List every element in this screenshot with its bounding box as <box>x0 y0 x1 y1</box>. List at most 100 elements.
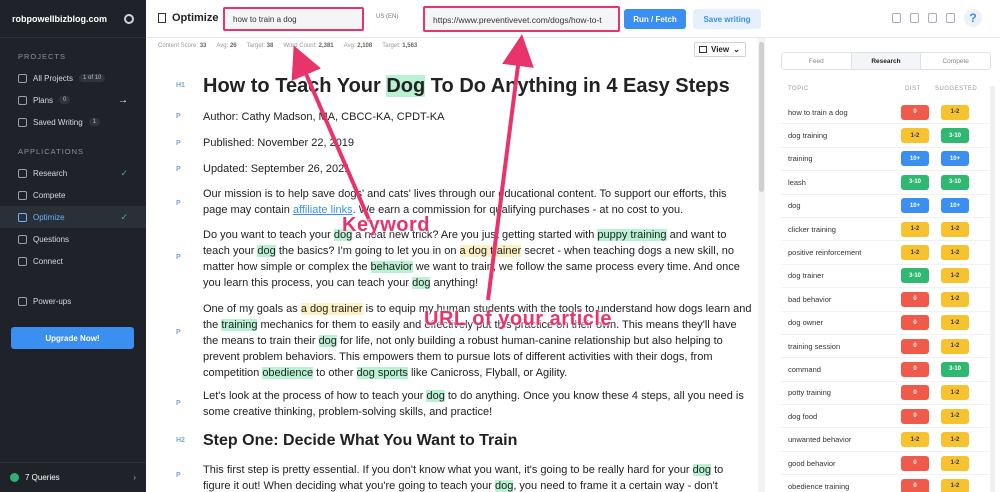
paragraph-2[interactable]: Do you want to teach your dog a neat new… <box>203 227 753 291</box>
article-h2[interactable]: Step One: Decide What You Want to Train <box>203 431 753 451</box>
article-h1[interactable]: How to Teach Your Dog To Do Anything in … <box>203 74 753 98</box>
col-suggested: SUGGESTED <box>935 86 978 92</box>
topic-row[interactable]: positive reinforcement 1-2 1-2 <box>781 241 991 265</box>
topic-row[interactable]: obedience training 0 1-2 <box>781 475 991 492</box>
topic-row[interactable]: potty training 0 1-2 <box>781 382 991 406</box>
paragraph-4[interactable]: Let's look at the process of how to teac… <box>203 388 753 420</box>
paragraph-1[interactable]: Our mission is to help save dogs' and ca… <box>203 186 753 218</box>
editor[interactable]: H1 How to Teach Your Dog To Do Anything … <box>146 58 758 492</box>
queries-footer[interactable]: 7 Queries › <box>0 462 146 492</box>
count-badge: 1 of 10 <box>79 74 106 82</box>
published-line[interactable]: Published: November 22, 2019 <box>203 135 753 151</box>
avg-score: Avg: 26 <box>216 43 237 49</box>
topic-row[interactable]: bad behavior 0 1-2 <box>781 288 991 312</box>
sidebar-item-saved-writing[interactable]: Saved Writing 1 <box>0 111 146 133</box>
sidebar-item-questions[interactable]: Questions <box>0 228 146 250</box>
gear-icon[interactable] <box>124 13 134 24</box>
suggested-badge: 3-10 <box>941 361 969 377</box>
sidebar-item-all-projects[interactable]: All Projects 1 of 10 <box>0 67 146 89</box>
site-name[interactable]: robpowellbizblog.com <box>12 14 107 24</box>
topic-label: dog owner <box>788 318 824 328</box>
scrollbar-thumb[interactable] <box>759 42 764 192</box>
suggested-badge: 1-2 <box>941 268 969 284</box>
topic-row[interactable]: clicker training 1-2 1-2 <box>781 218 991 242</box>
queries-label: 7 Queries <box>25 473 60 482</box>
paragraph-5[interactable]: This first step is pretty essential. If … <box>203 462 753 492</box>
grid-icon <box>18 73 27 83</box>
topic-row[interactable]: training session 0 1-2 <box>781 335 991 359</box>
sidebar-item-optimize[interactable]: Optimize ✓ <box>0 206 146 228</box>
keyword-input[interactable]: how to train a dog <box>223 7 364 31</box>
lock-icon[interactable] <box>892 13 901 23</box>
topic-row[interactable]: leash 3-10 3-10 <box>781 171 991 195</box>
sidebar-item-label: All Projects <box>33 73 74 83</box>
dist-badge: 0 <box>901 455 929 471</box>
suggested-badge: 3-10 <box>941 174 969 190</box>
sidebar-item-connect[interactable]: Connect <box>0 250 146 272</box>
dist-badge: 10+ <box>901 151 929 167</box>
save-writing-button[interactable]: Save writing <box>693 9 761 29</box>
topic-label: dog <box>788 201 801 211</box>
sidebar-item-label: Power-ups <box>33 296 72 306</box>
dist-badge: 3-10 <box>901 174 929 190</box>
tag-p: P <box>176 472 181 479</box>
hash-icon <box>18 95 27 105</box>
sidebar-item-label: Connect <box>33 256 63 266</box>
sidebar-item-plans[interactable]: Plans 0 → <box>0 89 146 111</box>
url-input[interactable]: https://www.preventivevet.com/dogs/how-t… <box>423 6 620 32</box>
view-dropdown[interactable]: View ⌄ <box>694 42 746 57</box>
topic-row[interactable]: how to train a dog 0 1-2 <box>781 101 991 125</box>
editor-scrollbar[interactable] <box>758 38 765 492</box>
chevron-down-icon: ⌄ <box>733 45 740 54</box>
export-icon[interactable] <box>910 13 919 23</box>
dist-badge: 1-2 <box>901 245 929 261</box>
help-icon[interactable]: ? <box>964 9 982 27</box>
check-icon: ✓ <box>120 167 128 178</box>
sidebar-item-compete[interactable]: Compete <box>0 184 146 206</box>
dist-badge: 0 <box>901 315 929 331</box>
sidebar-item-label: Research <box>33 168 68 178</box>
dist-badge: 0 <box>901 104 929 120</box>
run-fetch-button[interactable]: Run / Fetch <box>624 9 686 29</box>
tab-feed[interactable]: Feed <box>782 53 851 69</box>
dist-badge: 0 <box>901 338 929 354</box>
topic-row[interactable]: command 0 3-10 <box>781 358 991 382</box>
tab-compete[interactable]: Compete <box>921 53 990 69</box>
locale-select[interactable]: US (EN) <box>376 14 398 20</box>
sidebar-item-research[interactable]: Research ✓ <box>0 162 146 184</box>
topic-row[interactable]: dog food 0 1-2 <box>781 405 991 429</box>
topic-label: obedience training <box>788 481 850 491</box>
topic-row[interactable]: dog 10+ 10+ <box>781 195 991 218</box>
suggested-badge: 1-2 <box>941 104 969 120</box>
topic-row[interactable]: good behavior 0 1-2 <box>781 452 991 476</box>
keyword-annotation: Keyword <box>342 214 430 236</box>
topic-label: training <box>788 154 813 164</box>
sidebar-item-label: Questions <box>33 234 70 244</box>
updated-line[interactable]: Updated: September 26, 2021 <box>203 161 753 177</box>
tab-research[interactable]: Research <box>850 53 922 69</box>
topic-row[interactable]: unwanted behavior 1-2 1-2 <box>781 428 991 452</box>
topic-label: positive reinforcement <box>788 248 862 258</box>
sidebar: robpowellbizblog.com PROJECTS All Projec… <box>0 0 146 492</box>
author-line[interactable]: Author: Cathy Madson, MA, CBCC-KA, CPDT-… <box>203 109 753 125</box>
topic-row[interactable]: dog owner 0 1-2 <box>781 312 991 335</box>
sidebar-item-powerups[interactable]: Power-ups <box>0 290 146 312</box>
sparkle-icon <box>18 296 27 306</box>
projects-heading: PROJECTS <box>18 52 67 61</box>
upgrade-button[interactable]: Upgrade Now! <box>11 327 134 349</box>
score-stats: Content Score: 33 Avg: 26 Target: 38 Wor… <box>158 43 438 54</box>
suggested-badge: 1-2 <box>941 315 969 331</box>
gear-icon[interactable] <box>946 13 955 23</box>
document-icon[interactable] <box>928 13 937 23</box>
topic-row[interactable]: dog trainer 3-10 1-2 <box>781 265 991 289</box>
dist-badge: 10+ <box>901 198 929 214</box>
topic-row[interactable]: dog training 1-2 3-10 <box>781 124 991 148</box>
suggested-badge: 1-2 <box>941 221 969 237</box>
topic-label: dog trainer <box>788 271 824 281</box>
tag-p: P <box>176 400 181 407</box>
topic-row[interactable]: training 10+ 10+ <box>781 148 991 172</box>
toolbar-icons: ? <box>892 9 982 27</box>
view-label: View <box>711 45 730 54</box>
dist-badge: 0 <box>901 291 929 307</box>
panel-scrollbar[interactable] <box>990 86 995 492</box>
